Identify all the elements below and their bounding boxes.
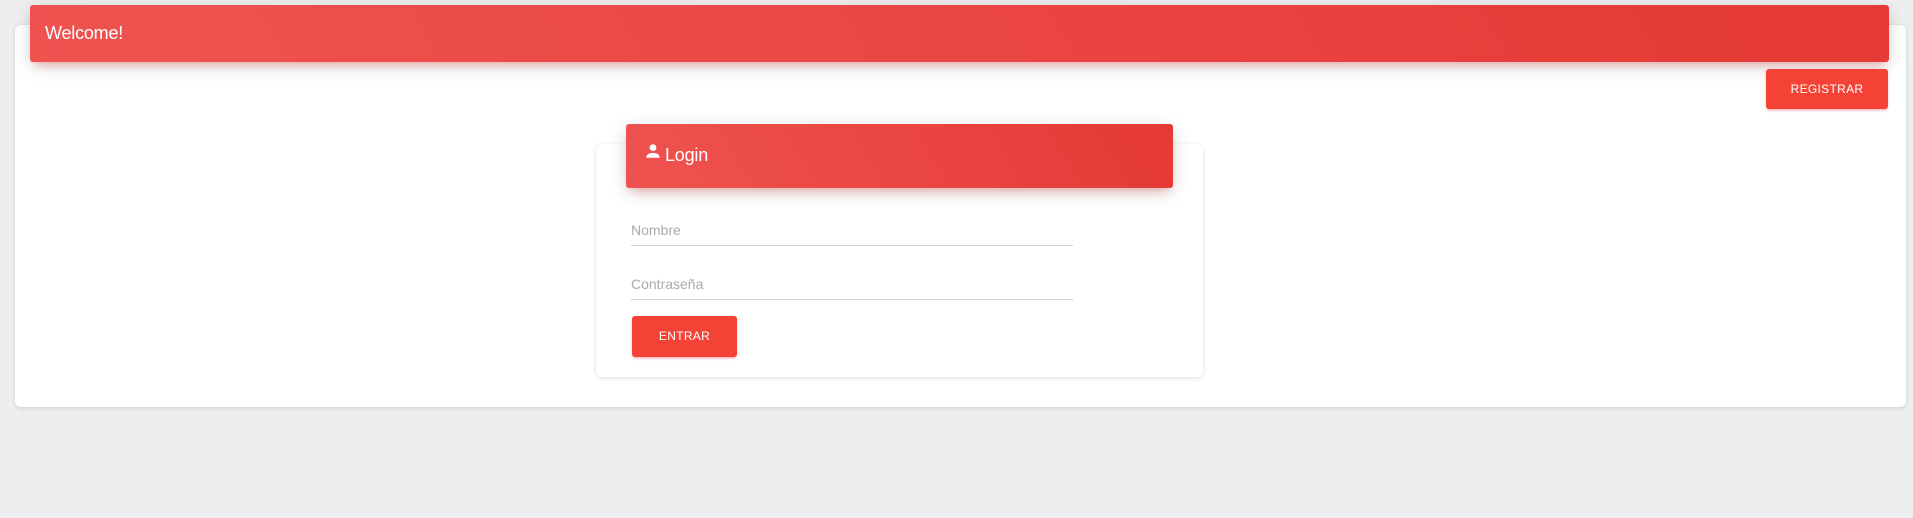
name-field[interactable] bbox=[631, 215, 1073, 246]
enter-button[interactable]: ENTRAR bbox=[632, 316, 737, 357]
name-input[interactable] bbox=[631, 215, 1073, 245]
login-title: Login bbox=[665, 145, 709, 165]
person-icon bbox=[644, 142, 662, 160]
password-field[interactable] bbox=[631, 269, 1073, 300]
password-input[interactable] bbox=[631, 269, 1073, 299]
welcome-header: Welcome! bbox=[30, 5, 1889, 62]
register-button[interactable]: REGISTRAR bbox=[1766, 69, 1888, 109]
login-card-header: Login bbox=[626, 124, 1173, 188]
welcome-title: Welcome! bbox=[45, 23, 124, 43]
